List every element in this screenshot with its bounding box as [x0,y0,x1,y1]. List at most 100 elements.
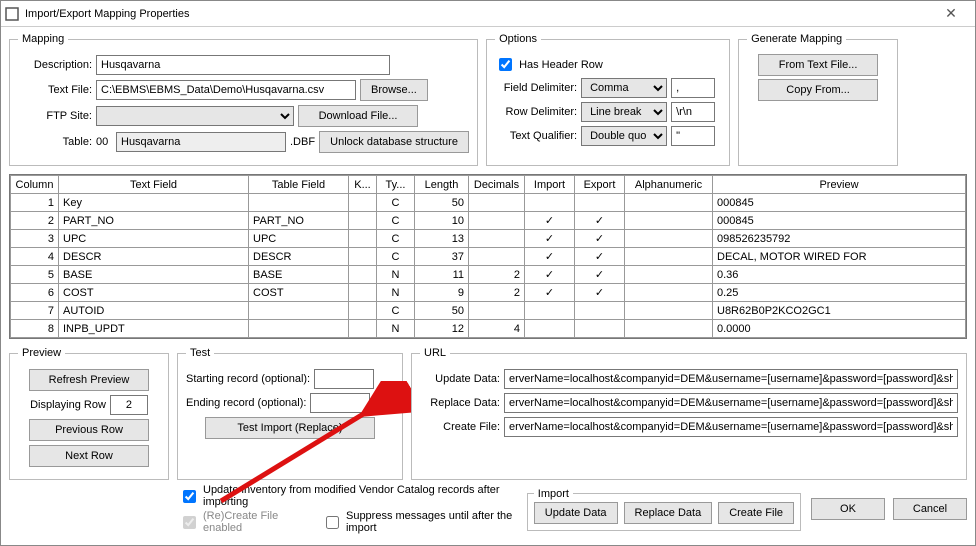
table-cell[interactable]: DESCR [249,248,349,266]
table-cell[interactable] [575,302,625,320]
table-cell[interactable]: DECAL, MOTOR WIRED FOR [713,248,966,266]
update-data-button[interactable]: Update Data [534,502,618,524]
table-cell[interactable] [575,320,625,338]
description-input[interactable] [96,55,390,75]
table-cell[interactable]: ✓ [525,266,575,284]
field-delim-char[interactable] [671,78,715,98]
test-import-button[interactable]: Test Import (Replace) [205,417,375,439]
table-cell[interactable]: ✓ [575,212,625,230]
table-cell[interactable]: COST [59,284,249,302]
table-cell[interactable]: ✓ [525,284,575,302]
table-cell[interactable]: 7 [11,302,59,320]
table-cell[interactable]: N [377,320,415,338]
table-cell[interactable]: BASE [249,266,349,284]
table-cell[interactable] [525,320,575,338]
th-tablefield[interactable]: Table Field [249,176,349,194]
table-cell[interactable]: DESCR [59,248,249,266]
table-cell[interactable]: C [377,248,415,266]
table-cell[interactable]: COST [249,284,349,302]
table-cell[interactable]: BASE [59,266,249,284]
table-cell[interactable]: 13 [415,230,469,248]
th-alpha[interactable]: Alphanumeric [625,176,713,194]
table-cell[interactable] [249,194,349,212]
next-row-button[interactable]: Next Row [29,445,149,467]
displaying-row-input[interactable] [110,395,148,415]
table-cell[interactable] [349,302,377,320]
table-cell[interactable] [625,266,713,284]
table-cell[interactable] [349,248,377,266]
table-cell[interactable]: 000845 [713,212,966,230]
table-cell[interactable]: 9 [415,284,469,302]
th-decimals[interactable]: Decimals [469,176,525,194]
copy-from-button[interactable]: Copy From... [758,79,878,101]
table-cell[interactable] [349,266,377,284]
text-qual-char[interactable] [671,126,715,146]
table-cell[interactable]: ✓ [525,212,575,230]
previous-row-button[interactable]: Previous Row [29,419,149,441]
table-cell[interactable] [349,284,377,302]
table-cell[interactable]: 4 [11,248,59,266]
table-row[interactable]: 5BASEBASEN112✓✓0.36 [11,266,966,284]
table-cell[interactable]: ✓ [525,230,575,248]
table-cell[interactable]: UPC [59,230,249,248]
table-cell[interactable] [349,320,377,338]
table-cell[interactable]: ✓ [525,248,575,266]
table-cell[interactable] [249,302,349,320]
th-column[interactable]: Column [11,176,59,194]
table-cell[interactable]: 5 [11,266,59,284]
th-length[interactable]: Length [415,176,469,194]
row-delim-select[interactable]: Line break [581,102,667,122]
replace-data-input[interactable] [504,393,958,413]
table-cell[interactable]: C [377,302,415,320]
replace-data-button[interactable]: Replace Data [624,502,713,524]
table-cell[interactable] [525,194,575,212]
table-cell[interactable] [469,302,525,320]
unlock-button[interactable]: Unlock database structure [319,131,469,153]
download-button[interactable]: Download File... [298,105,418,127]
th-preview[interactable]: Preview [713,176,966,194]
table-cell[interactable]: C [377,194,415,212]
table-cell[interactable]: UPC [249,230,349,248]
table-cell[interactable] [349,230,377,248]
cancel-button[interactable]: Cancel [893,498,967,520]
table-row[interactable]: 4DESCRDESCRC37✓✓DECAL, MOTOR WIRED FOR [11,248,966,266]
th-key[interactable]: K... [349,176,377,194]
table-cell[interactable]: 0.0000 [713,320,966,338]
table-cell[interactable] [469,230,525,248]
textfile-input[interactable] [96,80,356,100]
table-cell[interactable] [625,230,713,248]
table-cell[interactable]: 8 [11,320,59,338]
table-cell[interactable]: U8R62B0P2KCO2GC1 [713,302,966,320]
table-cell[interactable]: 10 [415,212,469,230]
table-cell[interactable]: 0.25 [713,284,966,302]
th-export[interactable]: Export [575,176,625,194]
table-cell[interactable] [625,284,713,302]
table-cell[interactable]: 2 [469,284,525,302]
create-file-button[interactable]: Create File [718,502,794,524]
table-cell[interactable]: AUTOID [59,302,249,320]
table-cell[interactable]: 37 [415,248,469,266]
start-record-input[interactable] [314,369,374,389]
from-text-file-button[interactable]: From Text File... [758,54,878,76]
table-cell[interactable] [625,248,713,266]
table-cell[interactable]: ✓ [575,230,625,248]
ftp-select[interactable] [96,106,294,126]
end-record-input[interactable] [310,393,370,413]
table-cell[interactable]: 12 [415,320,469,338]
has-header-checkbox[interactable] [499,58,512,71]
ok-button[interactable]: OK [811,498,885,520]
table-cell[interactable]: C [377,230,415,248]
table-cell[interactable]: Key [59,194,249,212]
table-cell[interactable] [625,212,713,230]
table-cell[interactable] [349,212,377,230]
table-cell[interactable]: N [377,284,415,302]
table-cell[interactable]: PART_NO [59,212,249,230]
text-qual-select[interactable]: Double quote [581,126,667,146]
table-cell[interactable]: 6 [11,284,59,302]
table-row[interactable]: 1KeyC50000845 [11,194,966,212]
table-cell[interactable]: ✓ [575,248,625,266]
table-cell[interactable]: 1 [11,194,59,212]
create-file-input[interactable] [504,417,958,437]
table-cell[interactable]: C [377,212,415,230]
suppress-checkbox[interactable] [326,516,339,529]
